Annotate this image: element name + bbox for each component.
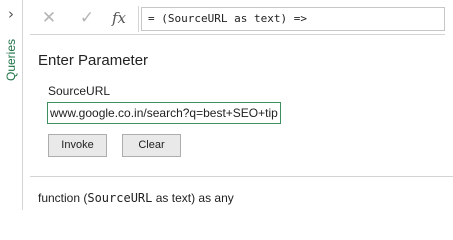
fx-icon[interactable]: fx	[108, 7, 130, 29]
confirm-icon[interactable]: ✓	[76, 7, 98, 29]
parameter-title: Enter Parameter	[38, 52, 149, 69]
signature-param: SourceURL	[87, 191, 153, 205]
signature-prefix: function (	[38, 191, 88, 205]
power-query-editor: › Queries ✕ ✓ fx = (SourceURL as text) =…	[0, 0, 453, 210]
divider	[30, 176, 453, 177]
function-signature: function (SourceURL as text) as any	[38, 191, 234, 205]
cancel-icon[interactable]: ✕	[38, 7, 60, 29]
formula-bar-divider	[138, 6, 139, 32]
source-url-input[interactable]	[47, 102, 281, 124]
formula-bar: ✕ ✓ fx = (SourceURL as text) =>	[30, 4, 445, 35]
source-url-label: SourceURL	[48, 84, 111, 98]
queries-pane-label[interactable]: Queries	[4, 35, 18, 85]
queries-pane: › Queries	[0, 0, 23, 210]
chevron-right-icon[interactable]: ›	[3, 6, 19, 22]
clear-button[interactable]: Clear	[122, 134, 181, 157]
signature-suffix: as text) as any	[152, 191, 234, 205]
formula-input[interactable]: = (SourceURL as text) =>	[141, 7, 445, 31]
invoke-button[interactable]: Invoke	[48, 134, 107, 157]
